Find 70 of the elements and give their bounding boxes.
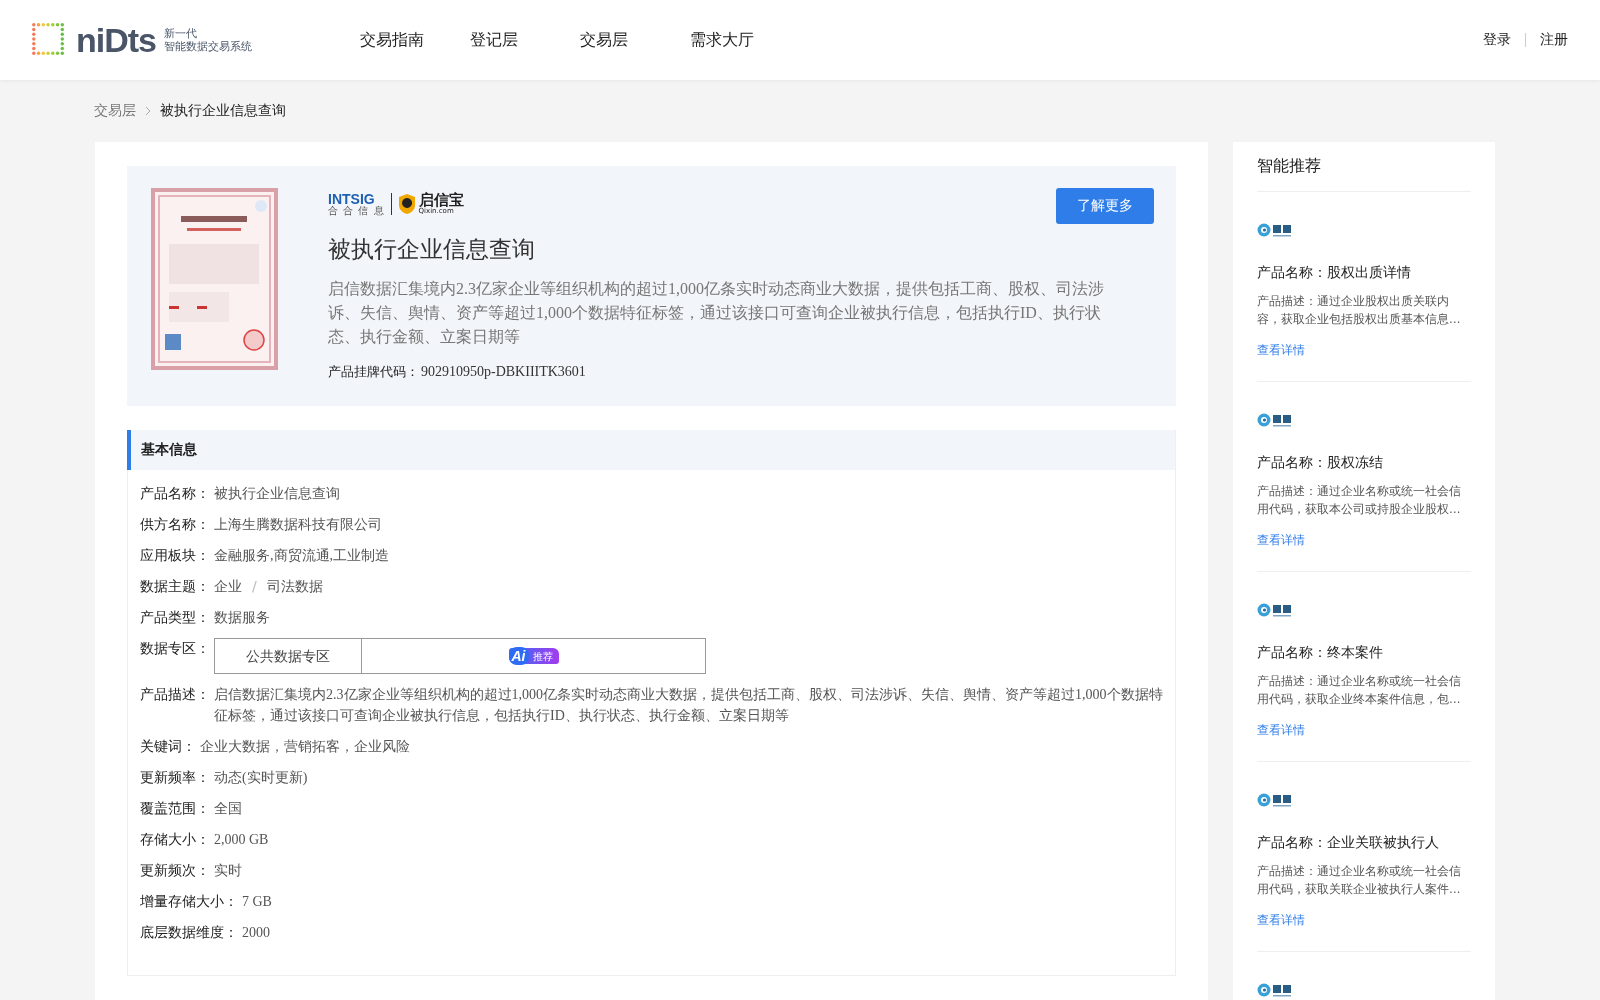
view-details-link[interactable]: 查看详情 <box>1257 722 1471 739</box>
path-separator: / <box>252 577 257 596</box>
field-value: 实时 <box>214 862 242 880</box>
field-label: 覆盖范围： <box>140 799 210 818</box>
nav-link[interactable]: 交易指南 <box>360 29 470 51</box>
code-label: 产品挂牌代码： <box>328 363 419 381</box>
view-details-link[interactable]: 查看详情 <box>1257 912 1471 929</box>
field-value: 启信数据汇集境内2.3亿家企业等组织机构的超过1,000亿条实时动态商业大数据，提供包括工商、股权、司法涉诉、失信、舆情、资产等超过1,000个数据特征标签，通过该接口可查询企业被执行信息，包括执行ID、执行状态、执行金额、立案日期等 <box>214 686 1163 725</box>
view-details-link[interactable]: 查看详情 <box>1257 532 1471 549</box>
company-logo-icon <box>1257 222 1293 238</box>
breadcrumb-item: 被执行企业信息查询 <box>160 102 286 120</box>
company-logo-icon <box>1257 602 1293 618</box>
theme-tag: 企业 <box>214 576 242 597</box>
logo-wordmark: niDts <box>76 20 156 60</box>
field-value: 上海生腾数据科技有限公司 <box>214 516 382 534</box>
zone-name: 公共数据专区 <box>246 646 330 666</box>
field-label: 产品名称： <box>140 484 210 503</box>
field-value: 数据服务 <box>214 609 270 627</box>
field-label: 底层数据维度： <box>140 923 238 942</box>
field-label: 存储大小： <box>140 830 210 849</box>
product-title: 被执行企业信息查询 <box>328 235 536 264</box>
field-value: 2000 <box>242 924 270 942</box>
learn-more-button[interactable]: 了解更多 <box>1056 188 1154 224</box>
recommend-name: 产品名称：股权冻结 <box>1257 454 1384 472</box>
product-code: 902910950p-DBKIIITK3601 <box>421 364 586 380</box>
section-title: 基本信息 <box>127 430 1175 470</box>
field-label: 数据专区： <box>140 639 210 658</box>
partner-logo-text: 合 合 信 息 <box>328 206 385 216</box>
recommend-description: 产品描述：通过企业名称或统一社会信用代码，获取本公司或持股企业股权… <box>1257 483 1462 518</box>
shield-icon <box>397 193 416 215</box>
nav-link[interactable]: 登记层 <box>470 29 580 51</box>
recommend-name: 产品名称：企业关联被执行人 <box>1257 834 1440 852</box>
field-label: 关键词： <box>140 737 196 756</box>
field-value: 2,000 GB <box>214 831 269 849</box>
recommend-name: 产品名称：终本案件 <box>1257 644 1384 662</box>
register-link[interactable]: 注册 <box>1540 31 1568 49</box>
ai-recommend-badge: Ai 推荐 <box>508 648 559 664</box>
recommend-description: 产品描述：通过企业名称或统一社会信用代码，获取关联企业被执行人案件… <box>1257 863 1462 898</box>
view-details-link[interactable]: 查看详情 <box>1257 342 1471 359</box>
field-label: 数据主题： <box>140 577 210 596</box>
logo-tagline: 新一代 <box>164 27 198 40</box>
field-value: 金融服务,商贸流通,工业制造 <box>214 547 389 565</box>
partner-logo-text: 启信宝 <box>418 193 464 208</box>
logo-tagline: 智能数据交易系统 <box>164 40 252 53</box>
nav-link[interactable]: 交易层 <box>580 29 690 51</box>
field-label: 产品类型： <box>140 608 210 627</box>
field-label: 应用板块： <box>140 546 210 565</box>
panel-title: 智能推荐 <box>1257 156 1471 192</box>
field-label: 产品描述： <box>140 685 210 704</box>
chevron-right-icon <box>144 106 152 116</box>
recommend-description: 产品描述：通过企业股权出质关联内容，获取企业包括股权出质基本信息… <box>1257 293 1462 328</box>
partner-logo-text: INTSIG <box>328 192 375 206</box>
company-logo-icon <box>1257 792 1293 808</box>
field-value: 7 GB <box>242 893 272 911</box>
login-link[interactable]: 登录 <box>1483 31 1511 49</box>
field-value: 动态(实时更新) <box>214 769 308 787</box>
company-logo-icon <box>1257 412 1293 428</box>
field-label: 更新频次： <box>140 861 210 880</box>
recommend-name: 产品名称：股权出质详情 <box>1257 264 1412 282</box>
field-value: 全国 <box>214 800 242 818</box>
field-label: 增量存储大小： <box>140 892 238 911</box>
field-label: 供方名称： <box>140 515 210 534</box>
theme-tag: 司法数据 <box>266 576 323 597</box>
product-description: 启信数据汇集境内2.3亿家企业等组织机构的超过1,000亿条实时动态商业大数据，提供包括工商、股权、司法涉诉、失信、舆情、资产等超过1,000个数据特征标签，通过该接口可查询企业被执行信息，包括执行ID、执行状态、执行金额、立案日期等 <box>328 279 1105 347</box>
field-value: 被执行企业信息查询 <box>214 485 340 503</box>
breadcrumb-item[interactable]: 交易层 <box>94 102 136 120</box>
recommend-description: 产品描述：通过企业名称或统一社会信用代码，获取企业终本案件信息，包… <box>1257 673 1462 708</box>
field-value: 企业大数据，营销拓客，企业风险 <box>200 738 410 756</box>
nav-link[interactable]: 需求大厅 <box>690 29 800 51</box>
field-label: 更新频率： <box>140 768 210 787</box>
